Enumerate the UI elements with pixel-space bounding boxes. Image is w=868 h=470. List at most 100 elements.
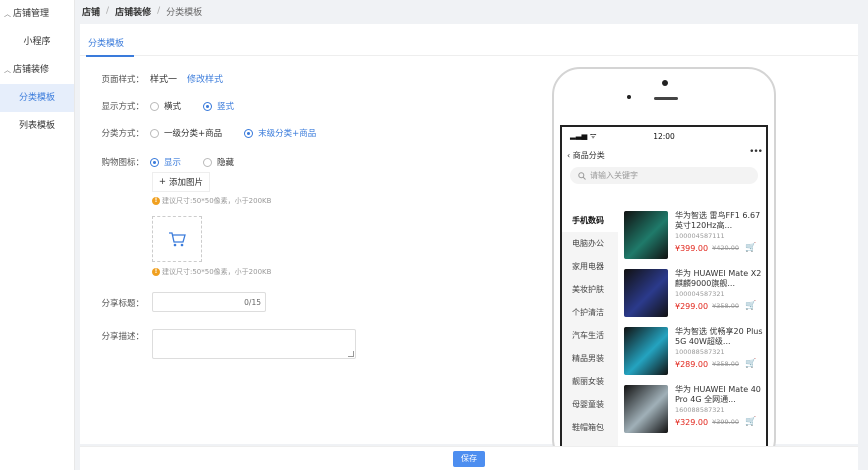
category-item[interactable]: 个护清洁 xyxy=(562,301,618,324)
cart-icon[interactable]: 🛒 xyxy=(745,359,756,369)
size-hint-text: 建议尺寸:50*50像素，小于200KB xyxy=(162,197,272,205)
size-hint: ! 建议尺寸:50*50像素，小于200KB xyxy=(152,267,271,277)
breadcrumb-item[interactable]: 店铺 xyxy=(82,5,100,18)
category-item[interactable]: 家用电器 xyxy=(562,255,618,278)
category-list: 手机数码 电脑办公 家用电器 美妆护肤 个护清洁 汽车生活 精品男装 靓丽女装 … xyxy=(562,209,618,465)
cart-icon[interactable]: 🛒 xyxy=(745,417,756,427)
radio-vertical[interactable]: 竖式 xyxy=(203,100,234,112)
search-placeholder: 请输入关键字 xyxy=(590,171,638,180)
product-card[interactable]: 华为智选 雷鸟FF1 6.67英寸120Hz高... 100004587111 … xyxy=(624,209,766,267)
category-item[interactable]: 鞋帽箱包 xyxy=(562,416,618,439)
breadcrumb-item[interactable]: 店铺装修 xyxy=(115,5,151,18)
product-sku: 100004587321 xyxy=(675,290,725,298)
product-card[interactable]: 华为 HUAWEI Mate X2 麒麟9000旗舰... 1000045873… xyxy=(624,267,766,325)
share-title-input[interactable]: 0/15 xyxy=(152,292,266,312)
share-desc-row: 分享描述： xyxy=(80,330,150,342)
product-name: 华为智选 优畅享20 Plus 5G 40W超级... xyxy=(675,327,763,346)
product-sku: 100004587111 xyxy=(675,232,725,240)
product-old-price: ¥420.00 xyxy=(712,244,739,252)
sidebar-group-store-manage[interactable]: ︿ 店铺管理 xyxy=(0,0,74,28)
product-sku: 160088587321 xyxy=(675,406,725,414)
edit-style-link[interactable]: 修改样式 xyxy=(187,72,223,85)
share-desc-textarea[interactable] xyxy=(152,329,356,359)
product-price-row: ¥289.00 ¥358.00 🛒 xyxy=(675,359,766,369)
sidebar-group-store-decor[interactable]: ︿ 店铺装修 xyxy=(0,56,74,84)
product-old-price: ¥358.00 xyxy=(712,302,739,310)
radio-dot xyxy=(150,128,159,138)
radio-dot xyxy=(203,157,213,167)
chevron-up-icon: ︿ xyxy=(4,10,11,18)
product-price: ¥299.00 xyxy=(675,301,709,311)
warning-icon: ! xyxy=(152,268,160,276)
cart-icon[interactable]: 🛒 xyxy=(745,301,756,311)
product-card[interactable]: 华为 HUAWEI Mate 40 Pro 4G 全网通... 16008858… xyxy=(624,383,766,441)
radio-dot xyxy=(150,101,159,111)
share-title-row: 分享标题： xyxy=(80,297,150,309)
page-style-row: 页面样式： 样式一 修改样式 xyxy=(80,72,223,86)
breadcrumb-item: 分类模板 xyxy=(166,7,203,18)
product-list: 华为智选 雷鸟FF1 6.67英寸120Hz高... 100004587111 … xyxy=(618,209,766,465)
category-item[interactable]: 手机数码 xyxy=(562,209,618,232)
cart-icon[interactable]: 🛒 xyxy=(745,243,756,253)
size-hint: ! 建议尺寸:50*50像素，小于200KB xyxy=(152,196,271,206)
product-old-price: ¥358.00 xyxy=(712,360,739,368)
more-icon[interactable]: ••• xyxy=(749,147,763,157)
sidebar-item-miniprogram[interactable]: 小程序 xyxy=(0,28,74,56)
camera-icon xyxy=(662,80,668,86)
radio-hide[interactable]: 隐藏 xyxy=(203,156,234,168)
share-desc-label: 分享描述： xyxy=(101,332,144,342)
product-price-row: ¥399.00 ¥420.00 🛒 xyxy=(675,243,766,253)
sidebar-group-label: 店铺装修 xyxy=(13,65,50,75)
cart-icon xyxy=(169,232,186,247)
plus-icon: + xyxy=(158,177,167,187)
category-mode-row: 分类方式： 一级分类+商品 末级分类+商品 xyxy=(80,127,338,139)
radio-horizontal[interactable]: 横式 xyxy=(150,100,181,112)
warning-icon: ! xyxy=(152,197,160,205)
radio-label: 末级分类+商品 xyxy=(258,129,317,139)
tab-active-indicator xyxy=(86,55,134,57)
main-panel: 分类模板 页面样式： 样式一 修改样式 显示方式： 横式 竖式 分类方式： 一级… xyxy=(80,24,858,467)
add-image-label: 添加图片 xyxy=(169,178,204,188)
sidebar-item-category-template[interactable]: 分类模板 xyxy=(0,84,74,112)
product-name: 华为 HUAWEI Mate X2 麒麟9000旗舰... xyxy=(675,269,762,288)
radio-dot xyxy=(150,157,159,167)
product-image xyxy=(624,269,668,317)
product-name: 华为智选 雷鸟FF1 6.67英寸120Hz高... xyxy=(675,211,761,230)
preview-search[interactable]: 请输入关键字 xyxy=(570,167,758,184)
sidebar-item-list-template[interactable]: 列表模板 xyxy=(0,112,74,140)
tab-category-template[interactable]: 分类模板 xyxy=(88,36,124,49)
category-item[interactable]: 母婴童装 xyxy=(562,393,618,416)
sidebar: ︿ 店铺管理 小程序 ︿ 店铺装修 分类模板 列表模板 xyxy=(0,0,75,470)
status-time: 12:00 xyxy=(653,131,675,141)
category-item[interactable]: 靓丽女装 xyxy=(562,370,618,393)
save-button[interactable]: 保存 xyxy=(453,450,485,467)
category-mode-label: 分类方式： xyxy=(101,129,144,139)
radio-label: 隐藏 xyxy=(217,158,235,168)
radio-label: 横式 xyxy=(164,102,182,112)
product-name: 华为 HUAWEI Mate 40 Pro 4G 全网通... xyxy=(675,385,761,404)
product-price: ¥399.00 xyxy=(675,243,709,253)
product-info: 华为 HUAWEI Mate 40 Pro 4G 全网通... 16008858… xyxy=(675,385,766,427)
breadcrumb: 店铺 / 店铺装修 / 分类模板 xyxy=(76,0,868,22)
sidebar-group-label: 店铺管理 xyxy=(13,9,50,19)
category-item[interactable]: 电脑办公 xyxy=(562,232,618,255)
back-icon[interactable]: ‹ xyxy=(567,151,570,160)
phone-preview: ▂▃▅ ᯤ 12:00 ‹ 商品分类 ••• 请输入关键字 手机数码 电脑办公 … xyxy=(552,67,776,467)
radio-last-level[interactable]: 末级分类+商品 xyxy=(244,127,316,139)
cart-icon-row: 购物图标： 显示 隐藏 xyxy=(80,156,256,168)
phone-screen: ▂▃▅ ᯤ 12:00 ‹ 商品分类 ••• 请输入关键字 手机数码 电脑办公 … xyxy=(560,125,768,465)
status-bar: ▂▃▅ ᯤ 12:00 xyxy=(562,127,766,145)
category-item[interactable]: 精品男装 xyxy=(562,347,618,370)
add-image-button[interactable]: + 添加图片 xyxy=(152,172,210,192)
breadcrumb-separator: / xyxy=(157,6,161,16)
resize-handle[interactable] xyxy=(348,351,354,357)
product-sku: 100088587321 xyxy=(675,348,725,356)
radio-show[interactable]: 显示 xyxy=(150,156,181,168)
radio-dot xyxy=(203,101,213,111)
cart-image-upload[interactable] xyxy=(152,216,202,262)
category-item[interactable]: 美妆护肤 xyxy=(562,278,618,301)
radio-first-level[interactable]: 一级分类+商品 xyxy=(150,127,222,139)
product-card[interactable]: 华为智选 优畅享20 Plus 5G 40W超级... 100088587321… xyxy=(624,325,766,383)
display-mode-row: 显示方式： 横式 竖式 xyxy=(80,100,256,112)
category-item[interactable]: 汽车生活 xyxy=(562,324,618,347)
